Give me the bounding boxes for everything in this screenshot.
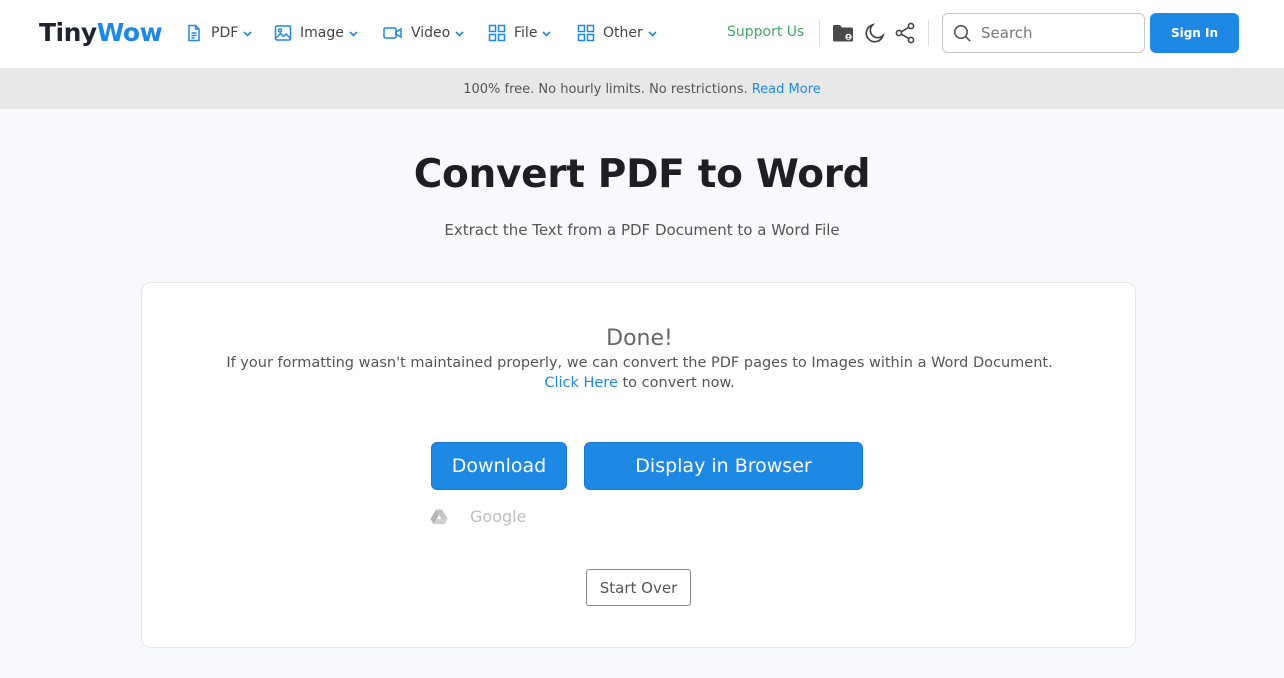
logo-text-wow: Wow — [96, 18, 163, 47]
video-icon — [383, 27, 402, 39]
banner-text: 100% free. No hourly limits. No restrict… — [463, 81, 748, 97]
nav-label-file: File — [514, 25, 538, 41]
folder-user-icon[interactable] — [831, 21, 855, 45]
top-header: TinyWow PDF Image Video File Other Suppo… — [0, 0, 1284, 69]
pdf-file-icon — [188, 24, 200, 42]
sign-in-button[interactable]: Sign In — [1150, 13, 1239, 53]
page-subtitle: Extract the Text from a PDF Document to … — [444, 221, 840, 239]
chevron-down-icon — [542, 30, 552, 37]
done-heading: Done! — [606, 326, 673, 351]
display-in-browser-button[interactable]: Display in Browser — [584, 442, 863, 490]
search-icon — [954, 25, 971, 42]
chevron-down-icon — [455, 30, 464, 37]
support-us-link[interactable]: Support Us — [727, 24, 804, 40]
nav-label-video: Video — [411, 25, 451, 41]
image-icon — [274, 25, 292, 41]
header-divider — [928, 20, 929, 46]
chevron-down-icon — [349, 30, 358, 37]
click-here-link[interactable]: Click Here — [544, 375, 618, 391]
nav-item-video[interactable]: Video — [383, 22, 465, 44]
tinywow-logo[interactable]: TinyWow — [39, 16, 163, 50]
nav-label-other: Other — [603, 25, 643, 41]
formatting-note: If your formatting wasn't maintained pro… — [142, 353, 1137, 393]
google-label: Google — [470, 507, 527, 526]
note-text: If your formatting wasn't maintained pro… — [226, 355, 1053, 371]
promo-banner: 100% free. No hourly limits. No restrict… — [0, 69, 1284, 109]
search-box[interactable] — [942, 13, 1145, 53]
google-drive-option[interactable]: Google — [430, 507, 526, 526]
header-divider — [819, 20, 820, 46]
page-title: Convert PDF to Word — [413, 152, 871, 197]
dark-mode-moon-icon[interactable] — [863, 21, 887, 45]
grid-icon — [577, 24, 595, 42]
nav-item-other[interactable]: Other — [577, 22, 658, 44]
download-button[interactable]: Download — [431, 442, 567, 490]
nav-label-pdf: PDF — [211, 25, 239, 41]
nav-item-pdf[interactable]: PDF — [185, 22, 253, 44]
logo-text-tiny: Tiny — [39, 18, 97, 47]
note-suffix: to convert now. — [617, 375, 735, 391]
chevron-down-icon — [243, 30, 252, 37]
nav-label-image: Image — [300, 25, 344, 41]
chevron-down-icon — [648, 30, 657, 37]
read-more-link[interactable]: Read More — [752, 82, 821, 97]
start-over-button[interactable]: Start Over — [586, 569, 691, 606]
nav-item-file[interactable]: File — [488, 22, 552, 44]
share-icon[interactable] — [893, 21, 917, 45]
nav-item-image[interactable]: Image — [274, 22, 359, 44]
search-input[interactable] — [981, 24, 1131, 42]
google-drive-icon — [430, 509, 448, 524]
grid-icon — [488, 24, 506, 42]
result-card: Done! If your formatting wasn't maintain… — [141, 282, 1136, 648]
